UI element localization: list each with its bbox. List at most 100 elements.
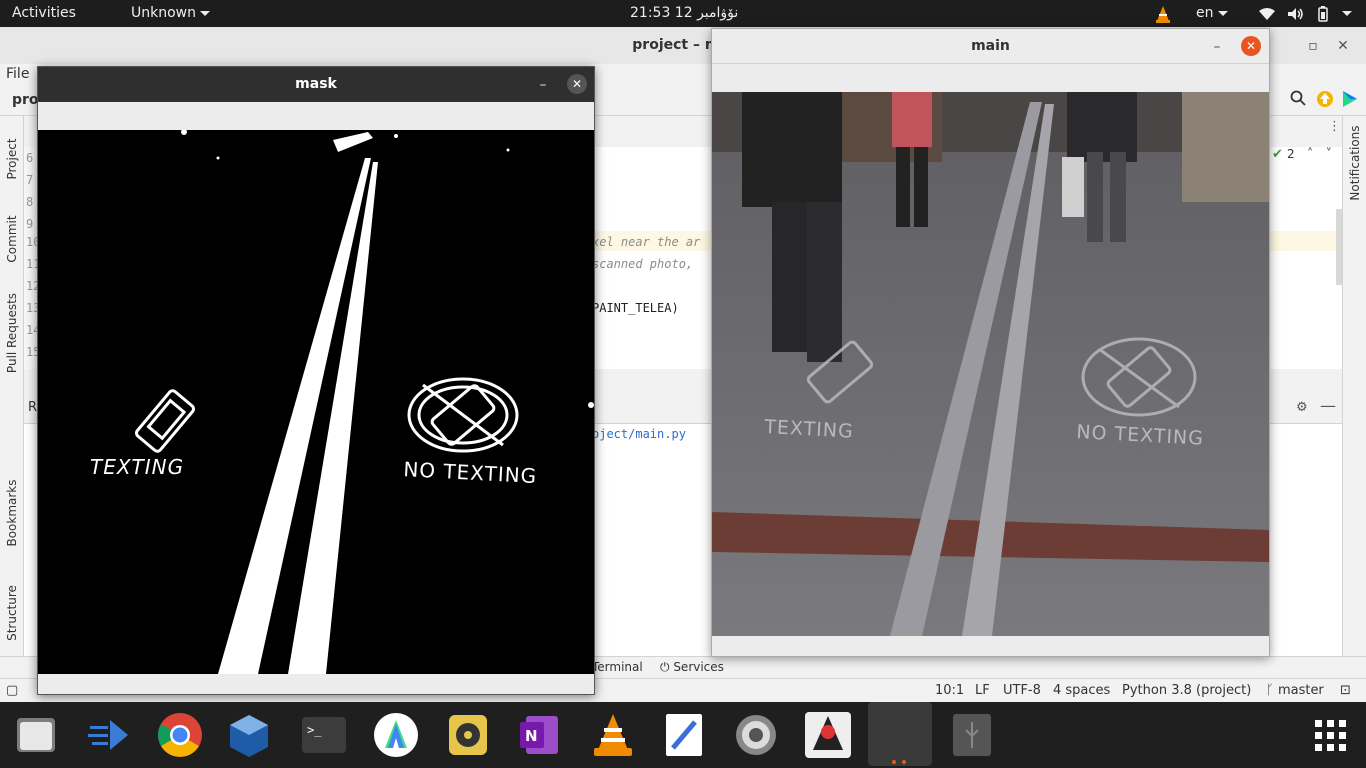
code-line: PAINT_TELEA): [592, 301, 679, 315]
system-menu[interactable]: [1338, 0, 1352, 27]
indent-setting[interactable]: 4 spaces: [1053, 679, 1110, 703]
git-branch[interactable]: ᚴ master: [1266, 679, 1324, 703]
wifi-icon[interactable]: [1258, 0, 1276, 27]
tab-structure-label: Structure: [5, 585, 19, 641]
mask-window[interactable]: mask – ✕ TEXTING NO TEXTING: [37, 66, 595, 695]
mask-image: TEXTING NO TEXTING: [38, 130, 594, 674]
right-tool-strip: Notifications: [1342, 116, 1366, 656]
svg-text:N: N: [525, 727, 538, 745]
chevron-down-icon: [1342, 10, 1352, 16]
dock-text-editor[interactable]: [659, 710, 709, 760]
plugin-icon[interactable]: [1342, 90, 1358, 112]
file-encoding[interactable]: UTF-8: [1003, 679, 1041, 703]
run-output-path[interactable]: oject/main.py: [592, 427, 686, 441]
editor-scrollbar[interactable]: [1336, 209, 1342, 285]
battery-icon[interactable]: [1316, 0, 1330, 27]
tab-services-label: Services: [673, 660, 724, 674]
tab-notifications[interactable]: Notifications: [1343, 125, 1366, 216]
tab-commit-label: Commit: [5, 215, 19, 263]
minimize-icon[interactable]: –: [532, 74, 554, 96]
close-icon[interactable]: ✕: [1241, 36, 1261, 56]
tab-structure[interactable]: Structure: [0, 576, 24, 656]
menu-file[interactable]: File: [6, 66, 29, 82]
chevron-up-icon[interactable]: ˄: [1307, 147, 1314, 162]
app-menu[interactable]: Unknown: [131, 0, 210, 27]
tab-project-label: Project: [5, 138, 19, 180]
run-panel-label: R: [28, 400, 38, 415]
gear-icon[interactable]: ⚙: [1296, 400, 1308, 415]
line-number: 6: [26, 151, 34, 165]
dock-chrome[interactable]: [155, 710, 205, 760]
tab-notifications-label: Notifications: [1348, 125, 1362, 201]
code-comment-line: scanned photo,: [592, 257, 694, 271]
mask-image-drawing: TEXTING NO TEXTING: [38, 130, 594, 674]
line-number: 9: [26, 217, 34, 231]
python-interpreter[interactable]: Python 3.8 (project): [1122, 679, 1251, 703]
line-number: 7: [26, 173, 34, 187]
minimize-icon[interactable]: –: [1206, 36, 1228, 58]
dock-terminal[interactable]: >_: [299, 710, 349, 760]
svg-text:>_: >_: [307, 723, 322, 737]
dock-deploy-app[interactable]: [84, 710, 134, 760]
mask-window-titlebar[interactable]: mask – ✕: [38, 67, 594, 102]
top-bar: Activities Unknown 21:53 12 نۆۋامبر en: [0, 0, 1366, 27]
activities-button[interactable]: Activities: [12, 0, 76, 27]
dock-android-studio[interactable]: [371, 710, 421, 760]
search-icon[interactable]: [1290, 90, 1306, 110]
tab-pull-requests-label: Pull Requests: [5, 292, 19, 374]
minimize-panel-icon[interactable]: —: [1320, 396, 1336, 415]
main-window-title: main: [971, 38, 1010, 54]
update-icon[interactable]: [1316, 90, 1334, 112]
close-icon[interactable]: ✕: [567, 74, 587, 94]
show-apps-icon[interactable]: [1305, 710, 1355, 760]
inpainted-photo-drawing: TEXTING NO TEXTING: [712, 92, 1269, 636]
clock[interactable]: 21:53 12 نۆۋامبر: [630, 0, 738, 27]
branch-icon: ᚴ: [1266, 683, 1278, 698]
mask-text-texting: TEXTING: [90, 455, 184, 479]
dock-files[interactable]: [11, 710, 61, 760]
line-number: 8: [26, 195, 34, 209]
close-icon[interactable]: ✕: [1332, 35, 1354, 57]
problems-count: 2: [1287, 147, 1295, 161]
chevron-down-icon[interactable]: ˅: [1325, 147, 1332, 162]
tab-bookmarks[interactable]: Bookmarks: [0, 476, 24, 566]
tab-terminal[interactable]: Terminal: [592, 660, 643, 674]
main-window-titlebar[interactable]: main – ✕: [712, 29, 1269, 64]
mask-window-title: mask: [295, 76, 337, 92]
left-tool-strip: Project Commit Pull Requests Bookmarks S…: [0, 116, 24, 656]
line-separator[interactable]: LF: [975, 679, 990, 703]
services-icon: ⏻: [660, 660, 674, 674]
chevron-down-icon: [200, 10, 210, 16]
dock-rhythmbox[interactable]: [443, 710, 493, 760]
tab-project[interactable]: Project: [0, 122, 24, 202]
services-tab[interactable]: ⏻ Services: [660, 660, 724, 675]
lock-icon[interactable]: ⊡: [1340, 679, 1351, 703]
code-comment-line: xel near the ar: [592, 235, 701, 249]
inpainted-photo: TEXTING NO TEXTING: [712, 92, 1269, 636]
dock-java-app[interactable]: [803, 710, 853, 760]
tab-bookmarks-label: Bookmarks: [5, 479, 19, 547]
git-branch-label: master: [1277, 683, 1324, 698]
dock-usb[interactable]: [947, 710, 997, 760]
check-icon: ✔: [1272, 147, 1283, 162]
main-window[interactable]: main – ✕ TEXTING NO TEXTING: [711, 28, 1270, 657]
volume-icon[interactable]: [1287, 0, 1305, 27]
maximize-icon[interactable]: ▫: [1302, 35, 1324, 57]
inspections-widget[interactable]: ✔ 2 ˄ ˅: [1272, 147, 1332, 162]
dock-active-app[interactable]: [868, 702, 932, 766]
dock: >_ N: [0, 702, 1366, 768]
panel-toggle-icon[interactable]: ▢: [6, 679, 18, 703]
language-label: en: [1196, 5, 1214, 21]
cursor-position[interactable]: 10:1: [935, 679, 964, 703]
more-options-icon[interactable]: ⋮: [1328, 119, 1341, 134]
dock-settings[interactable]: [731, 710, 781, 760]
chevron-down-icon: [1217, 10, 1228, 16]
app-menu-label: Unknown: [131, 5, 196, 21]
dock-vlc[interactable]: [588, 710, 638, 760]
dock-virtualbox[interactable]: [224, 710, 274, 760]
tab-pull-requests[interactable]: Pull Requests: [0, 293, 24, 386]
dock-onenote[interactable]: N: [514, 710, 564, 760]
tab-commit[interactable]: Commit: [0, 202, 24, 272]
vlc-tray-icon[interactable]: [1155, 0, 1173, 27]
language-selector[interactable]: en: [1196, 0, 1228, 27]
